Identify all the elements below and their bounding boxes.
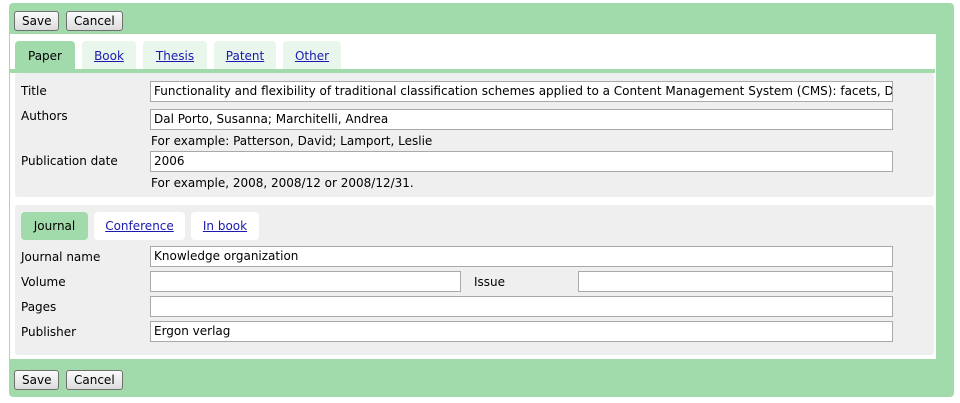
save-button-bottom[interactable]: Save — [14, 370, 60, 390]
issue-label: Issue — [474, 275, 506, 289]
authors-input[interactable]: Dal Porto, Susanna; Marchitelli, Andrea — [150, 109, 893, 130]
title-label: Title — [21, 84, 47, 98]
publisher-label: Publisher — [21, 325, 77, 339]
issue-input[interactable] — [578, 271, 893, 292]
authors-label: Authors — [21, 109, 68, 123]
publication-date-label: Publication date — [21, 154, 118, 168]
journal-name-label: Journal name — [21, 250, 101, 264]
tab-patent[interactable]: Patent — [214, 41, 276, 71]
publisher-input[interactable]: Ergon verlag — [150, 321, 893, 342]
pages-input[interactable] — [150, 296, 893, 317]
authors-hint: For example: Patterson, David; Lamport, … — [151, 134, 433, 148]
subtab-journal[interactable]: Journal — [21, 212, 88, 240]
tab-thesis[interactable]: Thesis — [143, 41, 207, 71]
subtab-conference[interactable]: Conference — [94, 212, 185, 240]
volume-label: Volume — [21, 275, 66, 289]
tab-other[interactable]: Other — [283, 41, 341, 71]
cancel-button-bottom[interactable]: Cancel — [66, 370, 123, 390]
pages-label: Pages — [21, 300, 57, 314]
tab-book[interactable]: Book — [82, 41, 136, 71]
subtab-in-book[interactable]: In book — [191, 212, 259, 240]
publication-date-input[interactable]: 2006 — [150, 151, 893, 172]
volume-input[interactable] — [150, 271, 461, 292]
cancel-button-top[interactable]: Cancel — [66, 11, 123, 31]
publication-date-hint: For example, 2008, 2008/12 or 2008/12/31… — [151, 176, 414, 190]
journal-name-input[interactable]: Knowledge organization — [150, 246, 893, 267]
save-button-top[interactable]: Save — [14, 11, 60, 31]
tab-paper[interactable]: Paper — [15, 41, 75, 71]
title-input[interactable]: Functionality and flexibility of traditi… — [150, 81, 893, 102]
